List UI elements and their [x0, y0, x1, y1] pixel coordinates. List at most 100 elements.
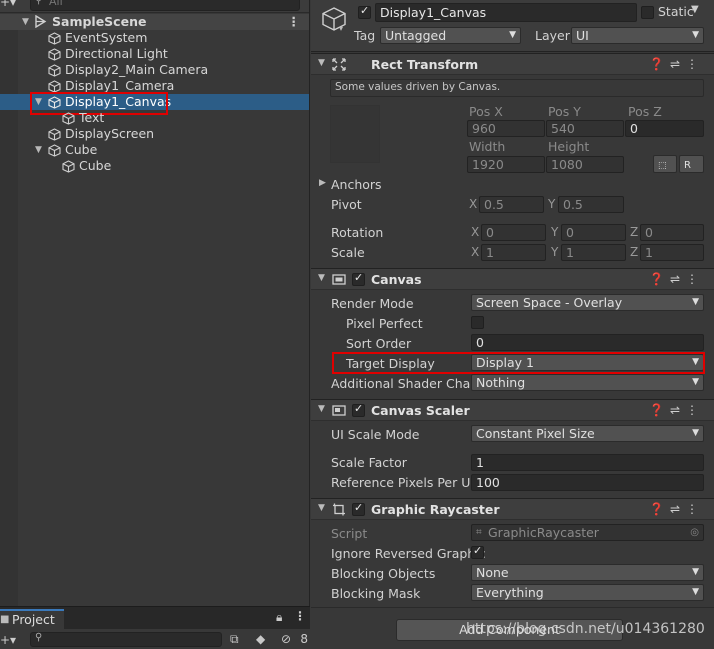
- ignore-reversed-checkbox[interactable]: [471, 544, 484, 562]
- component-tools[interactable]: ❓⇌⋮: [649, 57, 704, 71]
- lock-icon[interactable]: 🔒︎: [276, 610, 282, 625]
- scene-row[interactable]: ▼ SampleScene ⋮: [0, 14, 309, 30]
- project-toolbar: +▾ ⚲ ⧉ ◆ ⊘ 8: [0, 629, 310, 649]
- canvas-enabled-checkbox[interactable]: [352, 271, 365, 289]
- pivot-label: Pivot: [331, 197, 362, 212]
- hierarchy-item-cube-child[interactable]: Cube: [0, 158, 309, 174]
- scale-z-axis: Z: [630, 245, 639, 259]
- active-checkbox[interactable]: [358, 4, 371, 22]
- component-tools[interactable]: ❓⇌⋮: [649, 272, 704, 286]
- project-search-input[interactable]: ⚲: [30, 632, 222, 647]
- canvas-scaler-header[interactable]: ▼ Canvas Scaler ❓⇌⋮: [311, 399, 714, 421]
- hierarchy-item-label: EventSystem: [65, 30, 148, 45]
- search-placeholder: All: [49, 0, 63, 8]
- hierarchy-item-display1-canvas[interactable]: ▼ Display1_Canvas: [0, 94, 309, 110]
- hierarchy-item-cube[interactable]: ▼ Cube: [0, 142, 309, 158]
- sort-order-field[interactable]: 0: [471, 334, 704, 351]
- rot-x-field[interactable]: 0: [481, 224, 546, 241]
- blocking-mask-dropdown[interactable]: Everything ▼: [471, 584, 704, 601]
- scale-z-field[interactable]: 1: [640, 244, 704, 261]
- hierarchy-item-eventsystem[interactable]: EventSystem: [0, 30, 309, 46]
- tag-label: Tag: [354, 28, 376, 43]
- tag-dropdown[interactable]: Untagged ▼: [380, 27, 521, 44]
- more-options-icon[interactable]: ⋮: [294, 609, 306, 623]
- hierarchy-item-label: Directional Light: [65, 46, 168, 61]
- hierarchy-search-input[interactable]: ⚲ All: [30, 0, 300, 11]
- component-tools[interactable]: ❓⇌⋮: [649, 502, 704, 516]
- hierarchy-item-label: Display1_Canvas: [65, 94, 172, 109]
- ref-pixels-field[interactable]: 100: [471, 474, 704, 491]
- anchor-presets-button[interactable]: [330, 105, 380, 163]
- hierarchy-item-display1-camera[interactable]: Display1_Camera: [0, 78, 309, 94]
- canvas-scaler-enabled-checkbox[interactable]: [352, 402, 365, 420]
- shader-channels-label: Additional Shader Chann: [331, 376, 487, 391]
- chevron-down-icon: ▼: [692, 587, 699, 597]
- rot-z-field[interactable]: 0: [640, 224, 704, 241]
- chevron-down-icon: ▼: [692, 567, 699, 577]
- hidden-packages-icon[interactable]: ⊘: [281, 632, 291, 646]
- hierarchy-item-displayscreen[interactable]: DisplayScreen: [0, 126, 309, 142]
- raw-edit-button[interactable]: R: [679, 155, 704, 173]
- posz-field[interactable]: 0: [625, 120, 704, 137]
- hierarchy-item-text[interactable]: Text: [0, 110, 309, 126]
- layer-label: Layer: [535, 28, 570, 43]
- graphic-raycaster-title: Graphic Raycaster: [371, 502, 500, 517]
- search-icon: ⚲: [35, 0, 43, 6]
- rot-y-field[interactable]: 0: [561, 224, 626, 241]
- graphic-raycaster-enabled-checkbox[interactable]: [352, 501, 365, 519]
- icon-dropdown-arrow-icon[interactable]: ▾: [339, 24, 343, 33]
- canvas-scaler-icon: [332, 405, 346, 416]
- add-dropdown-icon[interactable]: +▾: [0, 0, 16, 9]
- more-options-icon[interactable]: ⋮: [288, 14, 301, 30]
- scale-x-axis: X: [471, 245, 480, 259]
- fold-arrow-icon[interactable]: ▼: [318, 404, 325, 414]
- chevron-down-icon: ▼: [692, 377, 699, 387]
- graphic-raycaster-header[interactable]: ▼ Graphic Raycaster ❓⇌⋮: [311, 498, 714, 520]
- scale-factor-field[interactable]: 1: [471, 454, 704, 471]
- blueprint-mode-button[interactable]: ⬚: [653, 155, 677, 173]
- pivot-y-field[interactable]: 0.5: [558, 196, 624, 213]
- hierarchy-item-display2-main-camera[interactable]: Display2_Main Camera: [0, 62, 309, 78]
- canvas-component-header[interactable]: ▼ Canvas ❓⇌⋮: [311, 268, 714, 290]
- blocking-objects-dropdown[interactable]: None ▼: [471, 564, 704, 581]
- rect-transform-header[interactable]: ▼ Rect Transform ❓⇌⋮: [311, 53, 714, 75]
- hierarchy-item-directional-light[interactable]: Directional Light: [0, 46, 309, 62]
- blocking-mask-label: Blocking Mask: [331, 586, 421, 601]
- gameobject-cube-icon: [62, 160, 75, 173]
- fold-arrow-icon[interactable]: ▼: [35, 142, 42, 158]
- target-display-dropdown[interactable]: Display 1 ▼: [471, 354, 704, 371]
- hierarchy-item-label: Display1_Camera: [65, 78, 175, 93]
- inspector-header: ▾ Display1_Canvas Static ▼ Tag Untagged ▼…: [311, 0, 714, 52]
- fold-arrow-icon[interactable]: ▼: [318, 503, 325, 513]
- height-label: Height: [548, 139, 590, 154]
- scale-x-field[interactable]: 1: [481, 244, 546, 261]
- fold-arrow-icon[interactable]: ▼: [22, 14, 29, 30]
- render-mode-dropdown[interactable]: Screen Space - Overlay ▼: [471, 294, 704, 311]
- pixel-perfect-checkbox[interactable]: [471, 316, 484, 332]
- fold-arrow-icon[interactable]: ▼: [318, 273, 325, 283]
- blueprint-icon: ⬚: [658, 161, 667, 171]
- tab-project[interactable]: ■ Project: [0, 609, 64, 629]
- blocking-objects-value: None: [476, 565, 509, 580]
- fold-arrow-icon[interactable]: ▼: [318, 58, 325, 68]
- shader-channels-dropdown[interactable]: Nothing ▼: [471, 374, 704, 391]
- static-checkbox[interactable]: [641, 6, 654, 22]
- static-dropdown-arrow-icon[interactable]: ▼: [691, 4, 699, 15]
- search-by-type-icon[interactable]: ⧉: [230, 632, 239, 647]
- gameobject-cube-icon: [48, 144, 61, 157]
- object-name-field[interactable]: Display1_Canvas: [375, 3, 637, 22]
- fold-arrow-right-icon[interactable]: ▶: [319, 178, 326, 188]
- anchors-label[interactable]: Anchors: [331, 177, 382, 192]
- search-by-label-icon[interactable]: ◆: [256, 632, 265, 646]
- blocking-mask-value: Everything: [476, 585, 544, 600]
- raw-edit-label: R: [684, 160, 691, 171]
- ui-scale-mode-dropdown[interactable]: Constant Pixel Size ▼: [471, 425, 704, 442]
- pixel-perfect-label: Pixel Perfect: [346, 316, 423, 331]
- add-dropdown-icon[interactable]: +▾: [0, 633, 16, 647]
- layer-dropdown[interactable]: UI ▼: [571, 27, 704, 44]
- pivot-x-field[interactable]: 0.5: [479, 196, 544, 213]
- component-tools[interactable]: ❓⇌⋮: [649, 403, 704, 417]
- scale-y-field[interactable]: 1: [561, 244, 626, 261]
- scale-y-axis: Y: [551, 245, 559, 259]
- fold-arrow-icon[interactable]: ▼: [35, 94, 42, 110]
